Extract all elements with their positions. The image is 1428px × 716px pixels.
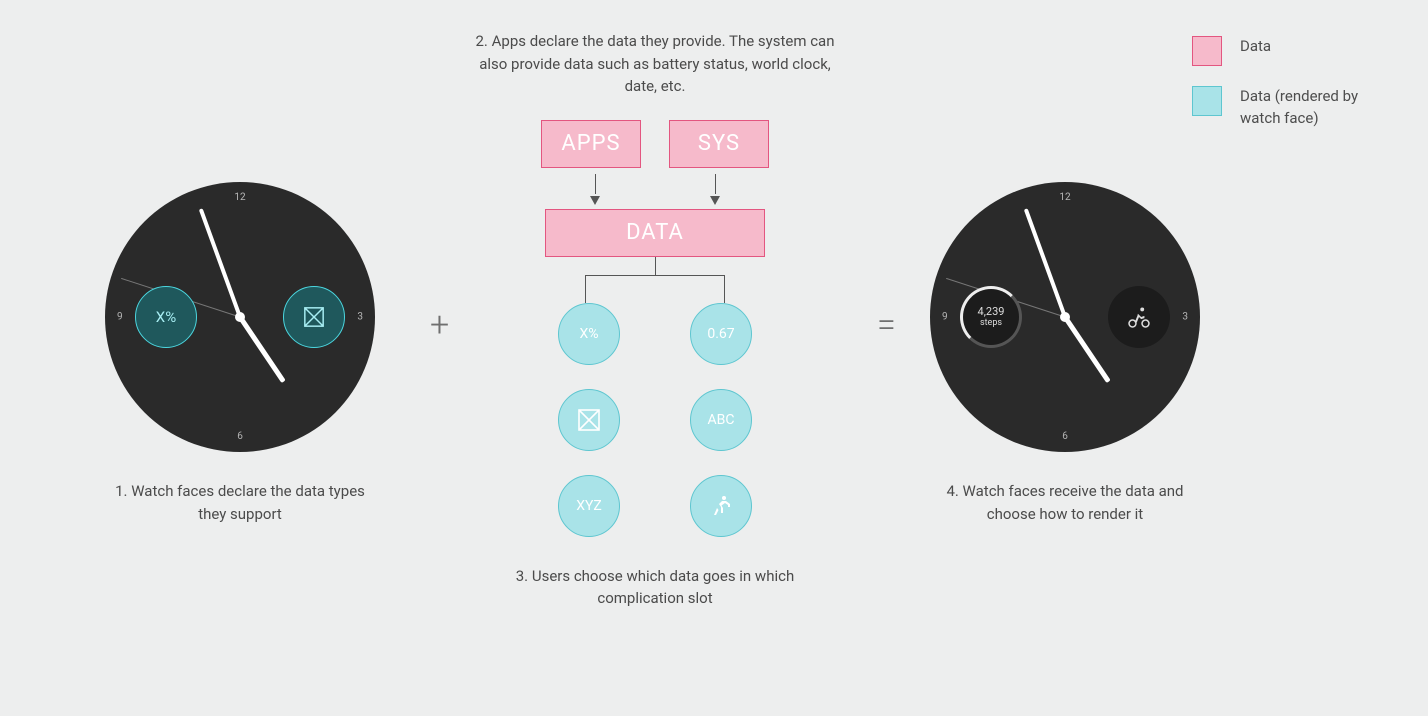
legend: Data Data (rendered by watch face) (1192, 36, 1380, 150)
data-bubbles: X% 0.67 ABC XYZ (558, 303, 752, 537)
runner-icon (709, 494, 733, 518)
stage-2-caption: 2. Apps declare the data they provide. T… (465, 30, 845, 98)
arrows-to-data (590, 174, 720, 205)
source-row: APPS SYS (541, 120, 769, 168)
legend-label-data: Data (1240, 36, 1271, 58)
watch-num-9: 9 (117, 312, 123, 323)
bubble-percent: X% (558, 303, 620, 365)
complication-percent-label: X% (156, 308, 176, 326)
watch-num-3: 3 (1182, 312, 1188, 323)
stage-2-3: 2. Apps declare the data they provide. T… (460, 30, 850, 610)
watch-face-declare: 12 3 6 9 X% (105, 182, 375, 452)
stage-4: 12 3 6 9 4,239 steps 4. Watch faces rece… (920, 182, 1210, 525)
watch-face-rendered: 12 3 6 9 4,239 steps (930, 182, 1200, 452)
watch-hub (1060, 312, 1070, 322)
stage-4-caption: 4. Watch faces receive the data and choo… (925, 480, 1205, 525)
complication-slot-left: X% (135, 286, 197, 348)
watch-num-9: 9 (942, 312, 948, 323)
hour-hand (238, 316, 286, 383)
steps-value: 4,239 (978, 305, 1005, 318)
complication-cycling (1108, 286, 1170, 348)
swatch-cyan (1192, 86, 1222, 116)
bubble-xyz: XYZ (558, 475, 620, 537)
data-box: DATA (545, 209, 765, 257)
placeholder-box-icon (577, 408, 601, 432)
stage-1: 12 3 6 9 X% 1. Watch faces declare the d… (95, 182, 385, 525)
complication-steps: 4,239 steps (960, 286, 1022, 348)
steps-label: steps (980, 318, 1002, 329)
equals-operator: = (877, 305, 896, 345)
legend-row-data: Data (1192, 36, 1380, 66)
bubble-runner (690, 475, 752, 537)
swatch-pink (1192, 36, 1222, 66)
stage-1-caption: 1. Watch faces declare the data types th… (100, 480, 380, 525)
split-connector (565, 257, 745, 303)
watch-num-6: 6 (237, 431, 243, 442)
watch-num-6: 6 (1062, 431, 1068, 442)
sys-box: SYS (669, 120, 769, 168)
watch-num-3: 3 (357, 312, 363, 323)
complication-slot-right (283, 286, 345, 348)
arrow-apps (590, 174, 600, 205)
hour-hand (1063, 316, 1111, 383)
data-flow: APPS SYS DATA X% 0.67 ABC XYZ (541, 120, 769, 537)
cyclist-icon (1126, 304, 1152, 330)
placeholder-box-icon (303, 306, 325, 328)
minute-hand (199, 208, 242, 317)
arrow-sys (710, 174, 720, 205)
legend-label-rendered: Data (rendered by watch face) (1240, 86, 1380, 130)
watch-num-12: 12 (1059, 192, 1070, 203)
plus-operator: + (430, 305, 449, 345)
stage-3-caption: 3. Users choose which data goes in which… (505, 565, 805, 610)
bubble-abc: ABC (690, 389, 752, 451)
watch-hub (235, 312, 245, 322)
legend-row-rendered: Data (rendered by watch face) (1192, 86, 1380, 130)
minute-hand (1024, 208, 1067, 317)
bubble-image-placeholder (558, 389, 620, 451)
apps-box: APPS (541, 120, 641, 168)
bubble-decimal: 0.67 (690, 303, 752, 365)
watch-num-12: 12 (234, 192, 245, 203)
